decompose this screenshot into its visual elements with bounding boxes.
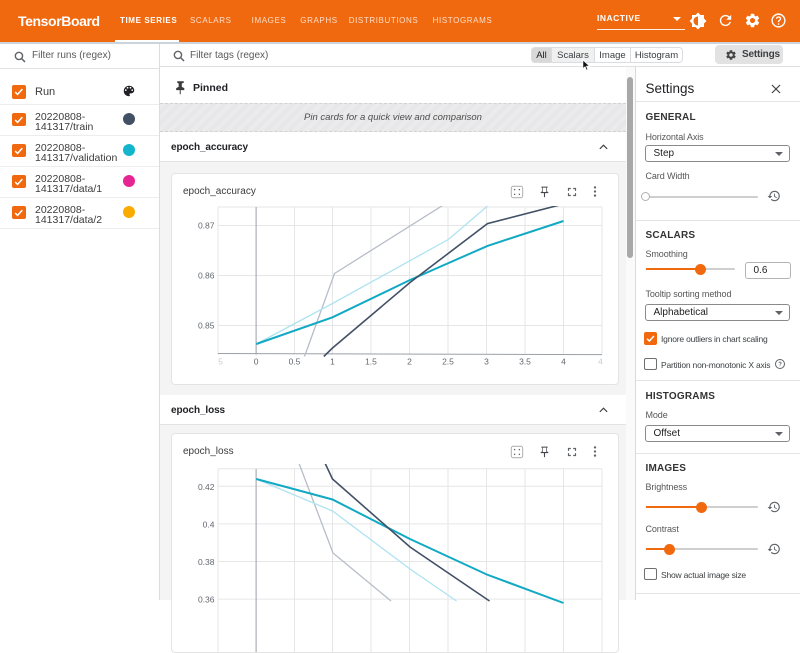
svg-text:0.42: 0.42 [197, 482, 214, 492]
svg-text:0.5: 0.5 [288, 357, 300, 367]
svg-text:2.5: 2.5 [442, 357, 454, 367]
svg-text:0.86: 0.86 [197, 271, 214, 281]
svg-text:4: 4 [561, 357, 566, 367]
svg-text:5: 5 [218, 357, 223, 367]
svg-text:0.4: 0.4 [202, 520, 214, 530]
svg-text:0: 0 [253, 357, 258, 367]
svg-text:0.85: 0.85 [197, 321, 214, 331]
svg-text:3: 3 [484, 357, 489, 367]
svg-text:0.87: 0.87 [197, 221, 214, 231]
svg-text:4: 4 [598, 357, 603, 367]
svg-text:0.38: 0.38 [197, 557, 214, 567]
svg-text:1.5: 1.5 [365, 357, 377, 367]
svg-text:2: 2 [407, 357, 412, 367]
svg-text:1: 1 [330, 357, 335, 367]
svg-text:3.5: 3.5 [519, 357, 531, 367]
